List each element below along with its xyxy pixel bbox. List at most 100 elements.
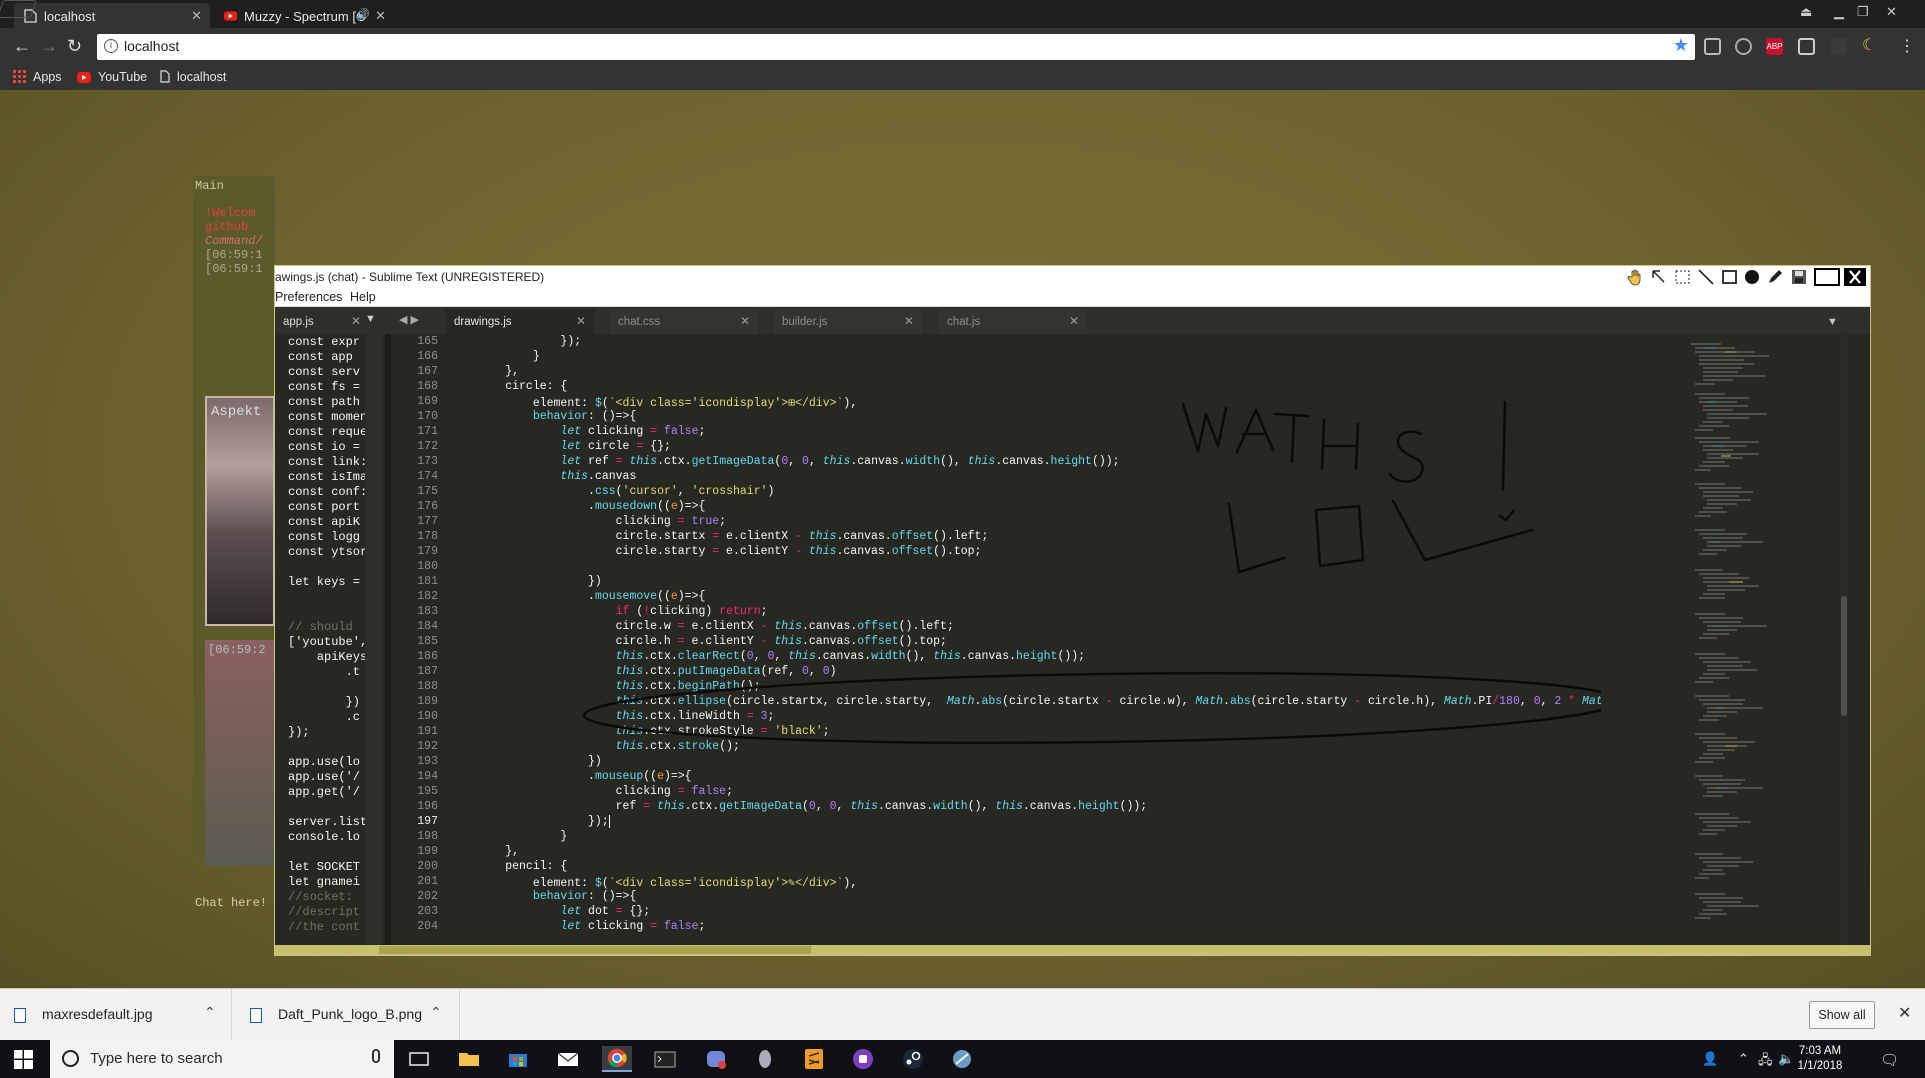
download-item[interactable]: Daft_Punk_logo_B.png ⌃ [236, 989, 460, 1041]
close-icon[interactable] [1844, 268, 1866, 286]
canvas-drawing-overlay[interactable] [446, 334, 1601, 945]
select-tool-icon[interactable] [1674, 268, 1692, 286]
tab-builder-js[interactable]: builder.js ✕ [774, 309, 922, 334]
discord-icon[interactable] [703, 1046, 729, 1072]
chrome-icon[interactable] [602, 1046, 632, 1072]
dropdown-icon[interactable]: ▼ [365, 313, 376, 325]
code-line: app.use('/ [288, 770, 361, 784]
close-icon[interactable]: ✕ [351, 314, 361, 328]
line-number: 169 [417, 395, 438, 408]
search-input[interactable] [90, 1050, 350, 1067]
windows-start-icon[interactable] [14, 1050, 33, 1069]
bookmark-label: localhost [177, 70, 227, 84]
circle-tool-icon[interactable] [1743, 268, 1761, 286]
horizontal-scrollbar[interactable] [275, 945, 1870, 955]
adblock-icon[interactable]: ABP [1766, 38, 1783, 55]
chat-image[interactable]: [06:59:2 [205, 640, 275, 866]
close-icon[interactable]: ✕ [576, 314, 586, 328]
terminal-icon[interactable] [652, 1046, 678, 1072]
reload-button[interactable]: ↻ [67, 36, 82, 57]
close-tab-icon[interactable]: ✕ [191, 8, 202, 24]
menu-icon[interactable]: ⋮ [1899, 36, 1915, 56]
app-icon[interactable] [949, 1046, 975, 1072]
media-app-icon[interactable] [850, 1046, 876, 1072]
color-swatch-icon[interactable] [1814, 268, 1840, 286]
menu-preferences[interactable]: Preferences [275, 290, 342, 304]
chat-input-placeholder[interactable]: Chat here! [195, 896, 267, 910]
steam-icon[interactable] [900, 1046, 926, 1072]
task-view-icon[interactable] [406, 1046, 432, 1072]
left-minimap[interactable] [365, 334, 383, 945]
window-close-button[interactable]: ✕ [1886, 4, 1897, 20]
code-line: }) [288, 695, 361, 709]
sublime-text-icon[interactable] [801, 1046, 827, 1072]
chevron-up-icon[interactable]: ⌃ [430, 1004, 442, 1021]
extension-icon[interactable] [1798, 38, 1815, 55]
tab-list-dropdown-icon[interactable]: ▼ [1827, 316, 1838, 328]
line-number: 181 [417, 575, 438, 588]
address-bar[interactable]: i ★ [97, 34, 1695, 60]
bookmark-apps[interactable]: Apps [13, 70, 62, 84]
vertical-scroll-thumb[interactable] [1841, 596, 1847, 716]
chat-image[interactable]: Aspekt [205, 396, 275, 626]
menu-help[interactable]: Help [350, 290, 376, 304]
show-all-button[interactable]: Show all [1809, 1001, 1875, 1029]
app-icon[interactable] [752, 1046, 778, 1072]
save-icon[interactable] [1790, 268, 1808, 286]
system-clock[interactable]: 7:03 AM 1/1/2018 [1790, 1044, 1850, 1074]
close-tab-icon[interactable]: ✕ [375, 8, 386, 24]
url-input[interactable] [124, 38, 1624, 54]
rectangle-tool-icon[interactable] [1721, 268, 1739, 286]
network-icon[interactable]: 🖧 [1758, 1051, 1773, 1073]
tab-app-js[interactable]: app.js ✕ [275, 309, 369, 334]
chevron-up-icon[interactable]: ⌃ [1738, 1051, 1749, 1067]
line-number: 190 [417, 710, 438, 723]
profile-icon[interactable]: ⏏ [1800, 4, 1812, 20]
close-icon[interactable]: ✕ [1898, 1003, 1911, 1023]
browser-tab-localhost[interactable]: localhost ✕ [14, 3, 210, 28]
extension-icon[interactable] [1704, 38, 1721, 55]
tab-chat-css[interactable]: chat.css ✕ [610, 309, 758, 334]
audio-playing-icon[interactable]: 🔊 [356, 8, 370, 21]
browser-tab-muzzy[interactable]: Muzzy - Spectrum [O 🔊 ✕ [214, 3, 394, 28]
arrow-tool-icon[interactable] [1650, 268, 1668, 286]
close-icon[interactable]: ✕ [740, 314, 750, 328]
minimap[interactable] [1685, 334, 1810, 945]
back-button[interactable]: ← [13, 36, 31, 57]
mail-icon[interactable] [555, 1046, 581, 1072]
code-editor[interactable]: }); } }, circle: { element: $(`<div clas… [446, 334, 1601, 945]
microphone-icon[interactable] [372, 1049, 380, 1063]
tab-drawings-js[interactable]: drawings.js ✕ [446, 309, 594, 334]
people-icon[interactable]: 👤 [1702, 1051, 1718, 1067]
file-explorer-icon[interactable] [456, 1046, 482, 1072]
tab-chat-js[interactable]: chat.js ✕ [939, 309, 1087, 334]
restore-button[interactable]: ❐ [1857, 4, 1869, 20]
hand-tool-icon[interactable] [1627, 268, 1645, 286]
close-icon[interactable]: ✕ [1069, 314, 1079, 328]
minimize-button[interactable]: ▁ [1834, 4, 1844, 20]
extension-icon[interactable] [1735, 38, 1752, 55]
bookmark-star-icon[interactable]: ★ [1673, 35, 1689, 56]
sublime-title-bar: awings.js (chat) - Sublime Text (UNREGIS… [275, 266, 1870, 288]
download-item[interactable]: maxresdefault.jpg ⌃ [0, 989, 232, 1041]
code-line: }); [288, 725, 310, 739]
chevron-up-icon[interactable]: ⌃ [204, 1004, 216, 1021]
notifications-icon[interactable]: 🗨 [1880, 1051, 1899, 1069]
extension-icon[interactable] [1830, 38, 1847, 55]
store-icon[interactable] [505, 1046, 531, 1072]
chat-channel-label[interactable]: Main [195, 179, 224, 193]
pencil-tool-icon[interactable] [1766, 268, 1784, 286]
line-tool-icon[interactable] [1697, 268, 1715, 286]
forward-button[interactable]: → [40, 36, 58, 57]
info-icon[interactable]: i [104, 39, 118, 53]
moon-icon[interactable]: ☾ [1862, 38, 1879, 55]
code-line: //the cont [288, 920, 361, 934]
bookmark-youtube[interactable]: YouTube [77, 70, 147, 84]
new-tab-button[interactable] [0, 0, 37, 18]
code-line: const logg [288, 530, 361, 544]
bookmark-localhost[interactable]: localhost [160, 70, 226, 84]
close-icon[interactable]: ✕ [904, 314, 914, 328]
taskbar-search[interactable] [50, 1040, 394, 1078]
tab-scroll-icon[interactable]: ◀ ▶ [399, 313, 419, 326]
horizontal-scroll-thumb[interactable] [379, 946, 811, 954]
